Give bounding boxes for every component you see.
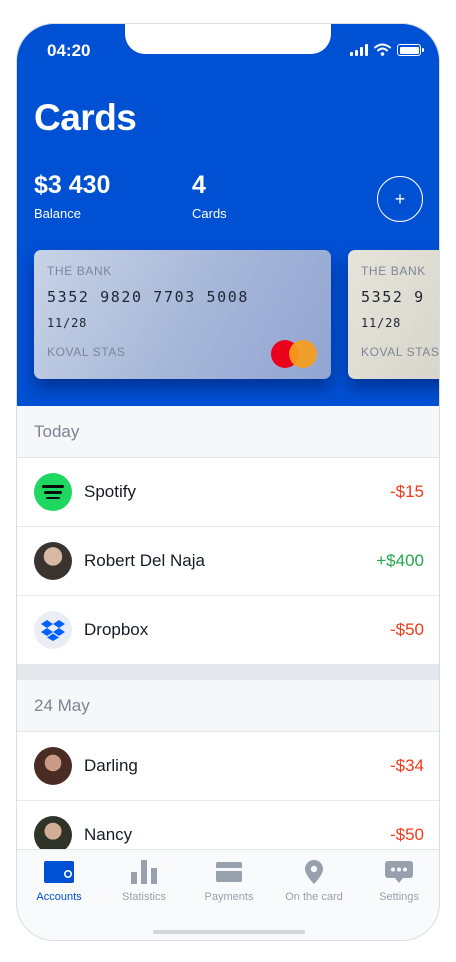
status-icons: [350, 43, 424, 56]
section-divider: [17, 664, 439, 680]
battery-icon: [397, 44, 424, 56]
more-dots-icon: [385, 860, 413, 884]
transaction-row-darling[interactable]: Darling -$34: [17, 732, 439, 801]
transaction-amount: -$50: [389, 620, 424, 639]
card-expiry: 11/28: [361, 316, 402, 330]
wifi-icon: [374, 43, 391, 56]
section-header-today: Today: [17, 406, 439, 458]
signal-icon: [350, 44, 368, 56]
transaction-name: Darling: [84, 756, 138, 775]
bank-card-primary[interactable]: THE BANK 5352 9820 7703 5008 11/28 KOVAL…: [34, 250, 331, 379]
section-header-24-may: 24 May: [17, 680, 439, 732]
tab-label: Statistics: [121, 891, 166, 903]
tab-label: Payments: [204, 891, 254, 903]
tab-payments[interactable]: Payments: [187, 860, 271, 903]
balance-label: Balance: [34, 206, 81, 221]
transaction-row-robert-del-naja[interactable]: Robert Del Naja +$400: [17, 527, 439, 596]
home-indicator: [153, 930, 305, 934]
transaction-name: Nancy: [84, 825, 133, 844]
card-number: 5352 9: [361, 288, 425, 306]
card-bank-name: THE BANK: [361, 264, 426, 278]
transaction-name: Dropbox: [84, 620, 149, 639]
bar-chart-icon: [131, 860, 157, 884]
cards-count-value: 4: [192, 171, 206, 199]
tab-label: Accounts: [36, 891, 82, 903]
tab-on-the-card[interactable]: On the card: [272, 860, 356, 903]
location-pin-icon: [305, 860, 323, 884]
card-holder: KOVAL STAS: [361, 345, 440, 359]
transaction-amount: +$400: [376, 551, 424, 570]
spotify-icon: [34, 473, 72, 511]
card-number: 5352 9820 7703 5008: [47, 288, 249, 306]
tab-label: Settings: [379, 891, 419, 903]
avatar: [34, 747, 72, 785]
status-time: 04:20: [47, 41, 91, 60]
transaction-row-dropbox[interactable]: Dropbox -$50: [17, 596, 439, 665]
tab-label: On the card: [285, 891, 343, 903]
device-notch: [125, 24, 331, 54]
phone-frame: 04:20 Cards $3 430 Balance 4 Cards + THE…: [16, 23, 440, 941]
page-title: Cards: [34, 97, 137, 138]
cards-header: 04:20 Cards $3 430 Balance 4 Cards + THE…: [17, 24, 440, 406]
tab-accounts[interactable]: Accounts: [17, 860, 101, 903]
plus-icon: +: [394, 188, 406, 209]
transaction-amount: -$15: [389, 482, 424, 501]
mastercard-icon: [271, 340, 317, 368]
tab-settings[interactable]: Settings: [357, 860, 439, 903]
transaction-amount: -$34: [389, 756, 424, 775]
transaction-name: Spotify: [84, 482, 136, 501]
avatar: [34, 542, 72, 580]
tab-statistics[interactable]: Statistics: [102, 860, 186, 903]
card-bank-name: THE BANK: [47, 264, 112, 278]
transaction-row-spotify[interactable]: Spotify -$15: [17, 458, 439, 527]
tab-bar: Accounts Statistics Payments On the card…: [17, 849, 439, 940]
credit-card-icon: [216, 860, 242, 884]
balance-value: $3 430: [34, 171, 111, 199]
add-card-button[interactable]: +: [377, 176, 423, 222]
bank-card-secondary[interactable]: THE BANK 5352 9 11/28 KOVAL STAS: [348, 250, 440, 379]
dropbox-icon: [34, 611, 72, 649]
cards-count-label: Cards: [192, 206, 227, 221]
card-expiry: 11/28: [47, 316, 88, 330]
transaction-name: Robert Del Naja: [84, 551, 205, 570]
transaction-amount: -$50: [389, 825, 424, 844]
wallet-icon: [44, 860, 74, 884]
